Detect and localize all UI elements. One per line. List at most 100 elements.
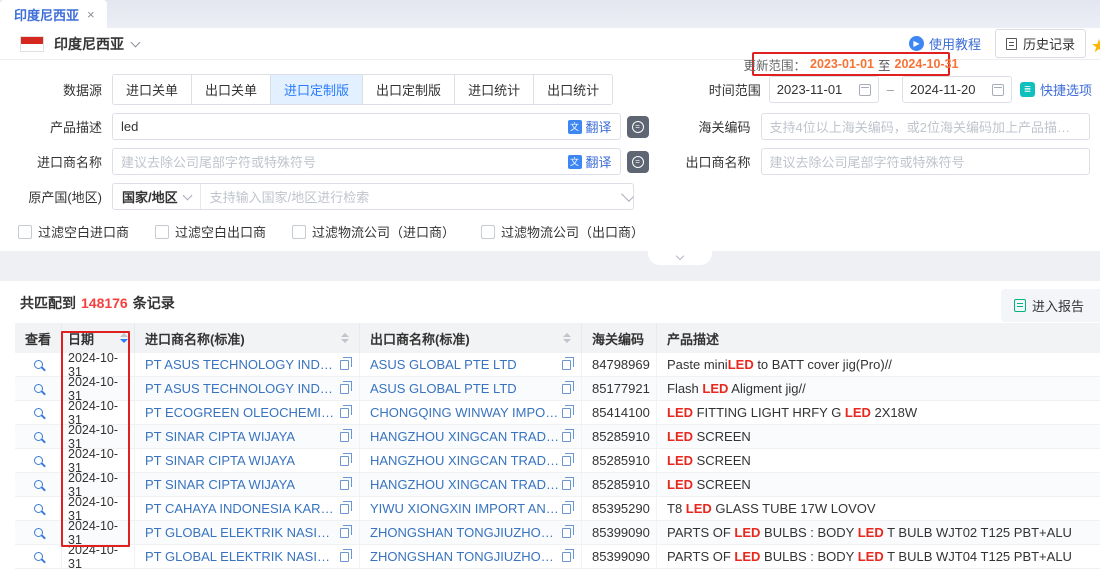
company-link[interactable]: PT ASUS TECHNOLOGY INDONESIA BA... <box>145 381 340 396</box>
view-record-button[interactable] <box>34 504 43 513</box>
company-link[interactable]: PT GLOBAL ELEKTRIK NASIONAL <box>145 549 340 564</box>
view-record-button[interactable] <box>34 384 43 393</box>
origin-select[interactable]: 国家/地区 <box>113 184 201 209</box>
company-link[interactable]: YIWU XIONGXIN IMPORT AND EXPORT... <box>370 501 562 516</box>
company-link[interactable]: ASUS GLOBAL PTE LTD <box>370 357 517 372</box>
date-from-input[interactable]: 2023-11-01 <box>769 76 879 103</box>
indonesia-flag-icon <box>20 36 44 52</box>
view-record-button[interactable] <box>34 456 43 465</box>
copy-icon[interactable] <box>562 480 571 490</box>
copy-icon[interactable] <box>340 408 349 418</box>
copy-icon[interactable] <box>562 552 571 562</box>
importer-input[interactable]: 建议去除公司尾部字符或特殊符号 文 翻译 <box>112 148 621 175</box>
copy-icon[interactable] <box>562 504 571 514</box>
copy-icon[interactable] <box>562 456 571 466</box>
copy-icon[interactable] <box>340 384 349 394</box>
sort-icon[interactable] <box>333 333 349 343</box>
data-source-tab[interactable]: 进口统计 <box>455 75 534 104</box>
view-record-button[interactable] <box>34 408 43 417</box>
company-link[interactable]: HANGZHOU XINGCAN TRADING CO LTD <box>370 429 562 444</box>
col-importer[interactable]: 进口商名称(标准) <box>135 323 360 353</box>
view-record-button[interactable] <box>34 432 43 441</box>
time-range-label: 时间范围 <box>709 80 761 99</box>
exporter-input[interactable]: 建议去除公司尾部字符或特殊符号 <box>761 148 1090 175</box>
company-link[interactable]: ASUS GLOBAL PTE LTD <box>370 381 517 396</box>
checkbox-icon[interactable] <box>292 225 306 239</box>
checkbox-icon[interactable] <box>155 225 169 239</box>
country-tab[interactable]: 印度尼西亚 × <box>0 0 107 28</box>
copy-icon[interactable] <box>340 552 349 562</box>
chevron-down-icon <box>621 189 634 202</box>
customs-code-input[interactable]: 支持4位以上海关编码，或2位海关编码加上产品描述、企业名称的任意信息 <box>761 113 1090 140</box>
copy-icon[interactable] <box>340 456 349 466</box>
company-link[interactable]: PT CAHAYA INDONESIA KARGO <box>145 501 340 516</box>
checkbox-label: 过滤空白出口商 <box>175 222 266 241</box>
copy-icon[interactable] <box>340 360 349 370</box>
sort-icon[interactable] <box>555 333 571 343</box>
enter-report-button[interactable]: 进入报告 <box>1001 289 1100 322</box>
company-link[interactable]: PT SINAR CIPTA WIJAYA <box>145 477 295 492</box>
company-link[interactable]: PT ECOGREEN OLEOCHEMICALS <box>145 405 340 420</box>
record-date: 2024-10-31 <box>68 473 128 496</box>
copy-icon[interactable] <box>340 432 349 442</box>
company-link[interactable]: PT SINAR CIPTA WIJAYA <box>145 429 295 444</box>
view-record-button[interactable] <box>34 360 43 369</box>
data-source-tab[interactable]: 进口关单 <box>113 75 192 104</box>
copy-icon[interactable] <box>340 504 349 514</box>
data-source-tab[interactable]: 出口定制版 <box>363 75 455 104</box>
copy-icon[interactable] <box>562 528 571 538</box>
company-link[interactable]: HANGZHOU XINGCAN TRADING CO LTD <box>370 453 562 468</box>
translate-button[interactable]: 文 翻译 <box>568 117 612 136</box>
col-date[interactable]: 日期 <box>62 323 135 353</box>
copy-icon[interactable] <box>562 360 571 370</box>
chevron-down-icon <box>676 252 684 260</box>
filter-checkbox[interactable]: 过滤物流公司（出口商） <box>481 222 644 241</box>
copy-icon[interactable] <box>340 480 349 490</box>
company-link[interactable]: PT ASUS TECHNOLOGY INDONESIA BA... <box>145 357 340 372</box>
company-link[interactable]: PT SINAR CIPTA WIJAYA <box>145 453 295 468</box>
quick-options-link[interactable]: ≣ 快捷选项 <box>1020 80 1092 99</box>
update-range-to: 2024-10-31 <box>895 57 959 71</box>
origin-label: 原产国(地区) <box>0 187 112 206</box>
exporter-label: 出口商名称 <box>649 152 761 171</box>
exact-match-toggle[interactable]: = <box>627 151 649 173</box>
data-source-tab[interactable]: 进口定制版 <box>271 75 363 104</box>
collapse-panel-button[interactable] <box>648 251 712 265</box>
company-link[interactable]: ZHONGSHAN TONGJIUZHOU INTERNA... <box>370 525 562 540</box>
data-source-tab[interactable]: 出口统计 <box>534 75 612 104</box>
filter-checkbox[interactable]: 过滤物流公司（进口商） <box>292 222 455 241</box>
history-button[interactable]: 历史记录 <box>995 29 1086 58</box>
translate-button[interactable]: 文 翻译 <box>568 152 612 171</box>
checkbox-icon[interactable] <box>18 225 32 239</box>
filter-checkbox[interactable]: 过滤空白出口商 <box>155 222 266 241</box>
data-source-tab[interactable]: 出口关单 <box>192 75 271 104</box>
company-link[interactable]: CHONGQING WINWAY IMPORT AND E... <box>370 405 562 420</box>
translate-label: 翻译 <box>586 152 612 171</box>
col-exporter[interactable]: 出口商名称(标准) <box>360 323 582 353</box>
date-to-input[interactable]: 2024-11-20 <box>902 76 1012 103</box>
checkbox-icon[interactable] <box>481 225 495 239</box>
exact-match-toggle[interactable]: = <box>627 116 649 138</box>
match-prefix: 共匹配到 <box>20 293 76 313</box>
translate-icon: 文 <box>568 155 582 169</box>
favorite-star-icon[interactable]: ★ <box>1091 36 1100 57</box>
background-strip <box>0 251 1100 281</box>
tutorial-link[interactable]: ▶ 使用教程 <box>909 34 981 53</box>
view-record-button[interactable] <box>34 528 43 537</box>
copy-icon[interactable] <box>562 432 571 442</box>
chevron-down-icon[interactable] <box>131 37 141 47</box>
copy-icon[interactable] <box>562 408 571 418</box>
company-link[interactable]: PT GLOBAL ELEKTRIK NASIONAL <box>145 525 340 540</box>
close-icon[interactable]: × <box>87 7 95 22</box>
calendar-icon <box>992 84 1004 96</box>
view-record-button[interactable] <box>34 552 43 561</box>
sort-icon[interactable] <box>112 333 128 343</box>
company-link[interactable]: ZHONGSHAN TONGJIUZHOU INTERNA... <box>370 549 562 564</box>
product-desc-input[interactable]: led 文 翻译 <box>112 113 621 140</box>
copy-icon[interactable] <box>340 528 349 538</box>
view-record-button[interactable] <box>34 480 43 489</box>
company-link[interactable]: HANGZHOU XINGCAN TRADING CO LTD <box>370 477 562 492</box>
filter-checkbox[interactable]: 过滤空白进口商 <box>18 222 129 241</box>
origin-combobox[interactable]: 国家/地区 支持输入国家/地区进行检索 <box>112 183 634 210</box>
copy-icon[interactable] <box>562 384 571 394</box>
